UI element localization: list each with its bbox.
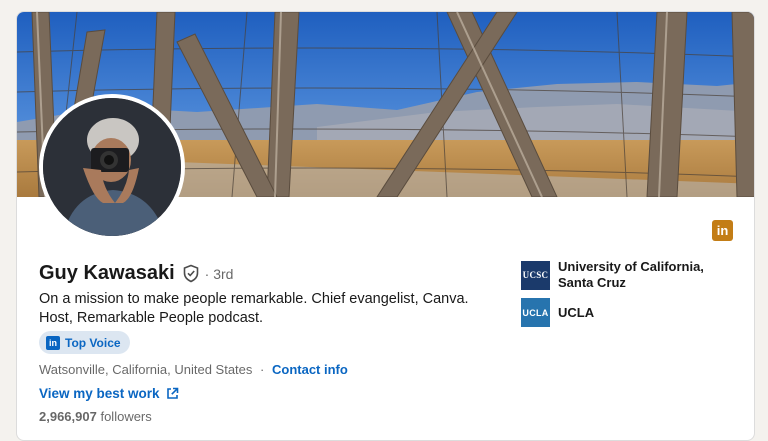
ucsc-logo: UCSC — [521, 260, 550, 290]
profile-card: in Guy Kawasaki · 3rd On a mission to ma… — [16, 11, 755, 441]
location-row: Watsonville, California, United States ·… — [39, 362, 348, 377]
avatar-photo — [43, 98, 181, 236]
education-name: University of California, Santa Cruz — [558, 259, 704, 290]
external-link-icon — [166, 387, 179, 400]
best-work-label: View my best work — [39, 386, 160, 401]
profile-location: Watsonville, California, United States — [39, 362, 253, 377]
followers-label: followers — [100, 409, 152, 424]
contact-info-link[interactable]: Contact info — [272, 362, 348, 377]
separator-dot: · — [260, 362, 265, 377]
education-item-ucsc[interactable]: UCSC University of California, Santa Cru… — [521, 259, 733, 291]
education-item-ucla[interactable]: UCLA UCLA — [521, 298, 733, 327]
linkedin-badge-icon: in — [46, 335, 60, 350]
name-row: Guy Kawasaki · 3rd — [39, 262, 233, 285]
ucla-logo: UCLA — [521, 298, 550, 327]
best-work-link[interactable]: View my best work — [39, 386, 179, 401]
top-voice-badge[interactable]: in Top Voice — [39, 331, 130, 354]
linkedin-icon[interactable]: in — [712, 220, 733, 241]
profile-headline: On a mission to make people remarkable. … — [39, 291, 469, 326]
badge-label: Top Voice — [65, 335, 121, 350]
shield-check-icon[interactable] — [182, 264, 200, 283]
profile-avatar[interactable] — [39, 94, 185, 240]
followers-number: 2,966,907 — [39, 409, 97, 424]
education-name: UCLA — [558, 304, 595, 320]
followers-count[interactable]: 2,966,907 followers — [39, 409, 152, 424]
profile-name: Guy Kawasaki — [39, 262, 175, 284]
connection-degree: · 3rd — [204, 265, 234, 282]
